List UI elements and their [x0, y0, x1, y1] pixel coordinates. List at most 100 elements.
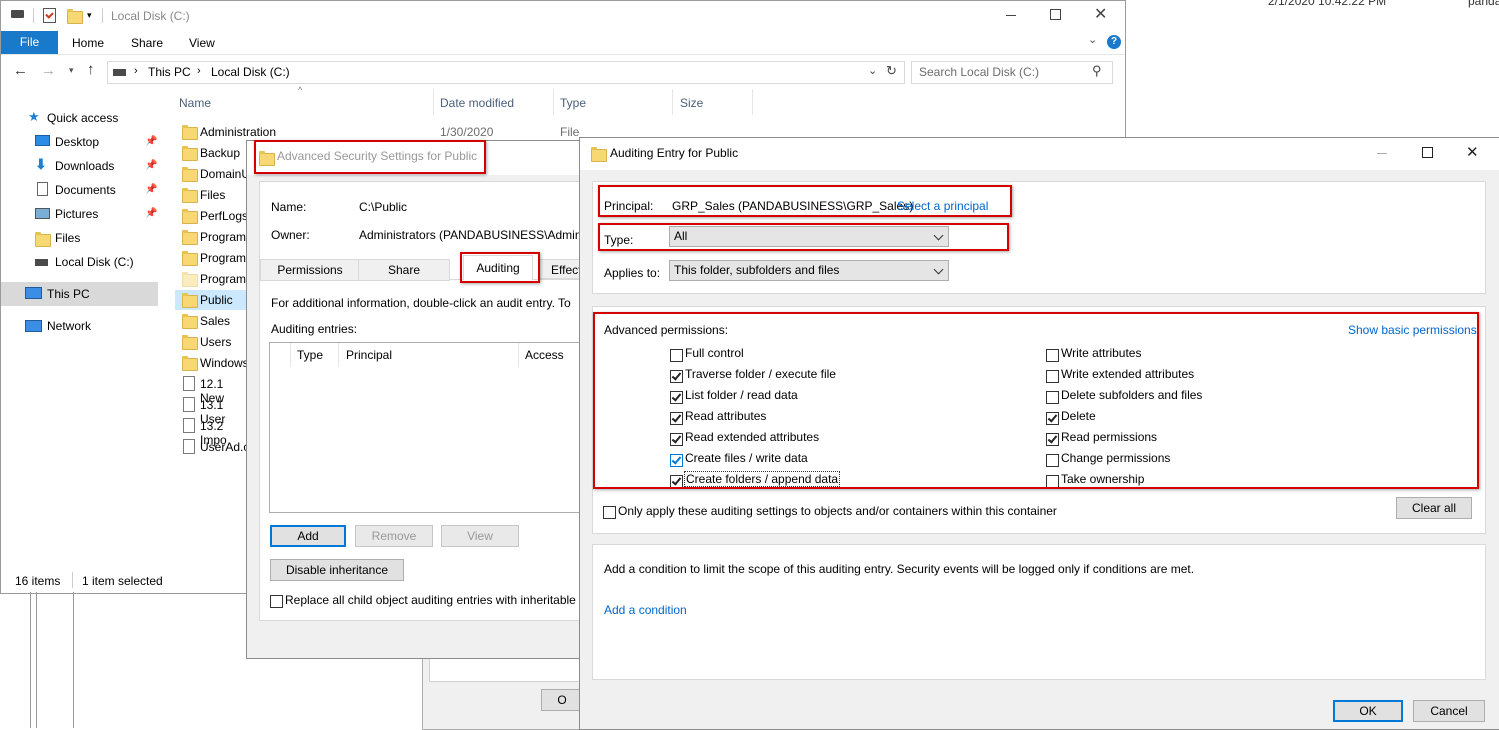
- nav-quick-access[interactable]: Quick access: [47, 111, 118, 125]
- list-item[interactable]: UserAd.c: [200, 440, 249, 454]
- refresh-icon[interactable]: ↻: [886, 63, 897, 79]
- list-item[interactable]: Administration: [200, 125, 276, 139]
- nav-files[interactable]: Files: [55, 231, 80, 245]
- explorer-title: Local Disk (C:): [111, 9, 190, 23]
- disable-inheritance-button[interactable]: Disable inheritance: [270, 559, 404, 581]
- view-button[interactable]: View: [441, 525, 519, 547]
- recent-locations-icon[interactable]: ▾: [69, 65, 74, 76]
- perm-delete-subfolders-checkbox[interactable]: [1046, 391, 1059, 404]
- search-input[interactable]: Search Local Disk (C:): [919, 65, 1039, 79]
- pictures-icon: [35, 208, 50, 219]
- search-icon[interactable]: ⚲: [1092, 63, 1102, 79]
- ribbon-expand-icon[interactable]: ⌄: [1088, 33, 1097, 46]
- folder-icon: [259, 151, 275, 166]
- tab-view[interactable]: View: [189, 36, 215, 50]
- maximize-icon[interactable]: [1422, 147, 1433, 158]
- customize-toolbar-icon[interactable]: ▾: [87, 10, 92, 21]
- address-bar[interactable]: › This PC › Local Disk (C:) ⌄ ↻: [107, 61, 905, 84]
- tab-home[interactable]: Home: [72, 36, 104, 50]
- close-icon[interactable]: ✕: [1094, 4, 1107, 24]
- ok-button[interactable]: OK: [1333, 700, 1403, 722]
- nav-downloads[interactable]: Downloads: [55, 159, 114, 173]
- entry-title: Auditing Entry for Public: [610, 146, 739, 160]
- add-condition-link[interactable]: Add a condition: [604, 603, 687, 617]
- select-principal-link[interactable]: Select a principal: [897, 199, 988, 213]
- type-select[interactable]: All: [669, 226, 949, 247]
- perm-change-permissions-checkbox[interactable]: [1046, 454, 1059, 467]
- tab-auditing[interactable]: Auditing: [463, 255, 533, 280]
- background-ok-button[interactable]: O: [541, 689, 583, 711]
- perm-write-attributes-checkbox[interactable]: [1046, 349, 1059, 362]
- breadcrumb-root[interactable]: This PC: [148, 65, 191, 79]
- address-dropdown-icon[interactable]: ⌄: [868, 64, 877, 77]
- table-header-principal[interactable]: Principal: [346, 348, 392, 362]
- advanced-security-dialog: Advanced Security Settings for Public Na…: [246, 140, 598, 659]
- clear-all-button[interactable]: Clear all: [1396, 497, 1472, 519]
- perm-traverse-label: Traverse folder / execute file: [685, 367, 836, 381]
- add-button[interactable]: Add: [270, 525, 346, 547]
- list-item[interactable]: DomainU: [200, 167, 250, 181]
- perm-create-folders-checkbox[interactable]: [670, 475, 683, 488]
- column-name[interactable]: Name: [179, 96, 211, 110]
- new-folder-icon[interactable]: [67, 9, 83, 24]
- auditing-entries-table[interactable]: Type Principal Access: [269, 342, 591, 513]
- nav-network[interactable]: Network: [47, 319, 91, 333]
- up-icon[interactable]: ↑: [87, 61, 95, 78]
- perm-read-extended-checkbox[interactable]: [670, 433, 683, 446]
- forward-icon[interactable]: →: [41, 62, 56, 79]
- tab-permissions[interactable]: Permissions: [260, 259, 360, 281]
- show-basic-permissions-link[interactable]: Show basic permissions: [1348, 323, 1477, 337]
- cancel-button[interactable]: Cancel: [1413, 700, 1485, 722]
- tab-share[interactable]: Share: [131, 36, 163, 50]
- list-item[interactable]: Public: [200, 293, 233, 307]
- applies-to-select[interactable]: This folder, subfolders and files: [669, 260, 949, 281]
- perm-full-control-checkbox[interactable]: [670, 349, 683, 362]
- remove-button[interactable]: Remove: [355, 525, 433, 547]
- titlebar-divider: [33, 8, 34, 23]
- list-item[interactable]: Program: [200, 272, 246, 286]
- list-item[interactable]: Files: [200, 188, 225, 202]
- perm-take-ownership-checkbox[interactable]: [1046, 475, 1059, 488]
- maximize-icon[interactable]: [1050, 9, 1061, 20]
- perm-read-permissions-checkbox[interactable]: [1046, 433, 1059, 446]
- perm-create-files-checkbox[interactable]: [670, 454, 683, 467]
- text-file-icon: [183, 418, 195, 433]
- only-apply-checkbox[interactable]: [603, 506, 616, 519]
- column-type[interactable]: Type: [560, 96, 586, 110]
- close-icon[interactable]: ✕: [1466, 143, 1479, 161]
- table-col-divider: [518, 343, 519, 367]
- file-menu[interactable]: File: [1, 31, 58, 54]
- table-header-access[interactable]: Access: [525, 348, 564, 362]
- minimize-icon[interactable]: [1006, 15, 1016, 16]
- list-item[interactable]: Sales: [200, 314, 230, 328]
- perm-change-permissions-label: Change permissions: [1061, 451, 1171, 465]
- list-item[interactable]: Users: [200, 335, 231, 349]
- replace-child-checkbox[interactable]: [270, 595, 283, 608]
- column-size[interactable]: Size: [680, 96, 703, 110]
- perm-delete-checkbox[interactable]: [1046, 412, 1059, 425]
- perm-write-extended-checkbox[interactable]: [1046, 370, 1059, 383]
- list-item[interactable]: Program: [200, 251, 246, 265]
- perm-delete-label: Delete: [1061, 409, 1096, 423]
- column-date[interactable]: Date modified: [440, 96, 514, 110]
- minimize-icon[interactable]: [1377, 153, 1387, 154]
- back-icon[interactable]: ←: [13, 62, 28, 79]
- list-item[interactable]: PerfLogs: [200, 209, 248, 223]
- nav-desktop[interactable]: Desktop: [55, 135, 99, 149]
- table-header-type[interactable]: Type: [297, 348, 323, 362]
- search-box[interactable]: Search Local Disk (C:) ⚲: [911, 61, 1113, 84]
- perm-read-attributes-checkbox[interactable]: [670, 412, 683, 425]
- nav-this-pc[interactable]: This PC: [47, 287, 90, 301]
- list-item[interactable]: Program: [200, 230, 246, 244]
- nav-pictures[interactable]: Pictures: [55, 207, 98, 221]
- tab-share[interactable]: Share: [358, 259, 450, 281]
- properties-icon[interactable]: [43, 8, 56, 23]
- help-icon[interactable]: ?: [1107, 35, 1121, 49]
- perm-traverse-checkbox[interactable]: [670, 370, 683, 383]
- breadcrumb-current[interactable]: Local Disk (C:): [211, 65, 290, 79]
- nav-local-disk[interactable]: Local Disk (C:): [55, 255, 134, 269]
- list-item[interactable]: Windows: [200, 356, 249, 370]
- perm-list-folder-checkbox[interactable]: [670, 391, 683, 404]
- list-item[interactable]: Backup: [200, 146, 240, 160]
- nav-documents[interactable]: Documents: [55, 183, 116, 197]
